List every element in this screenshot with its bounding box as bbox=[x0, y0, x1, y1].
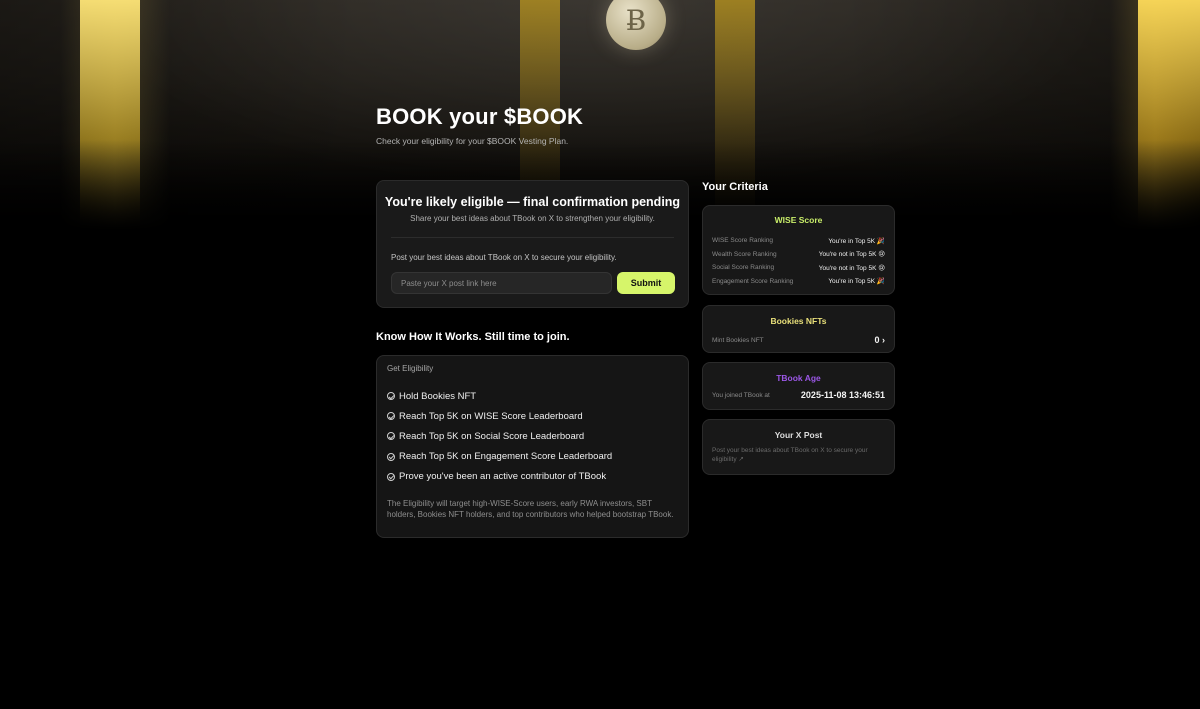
wise-score-heading: WISE Score bbox=[774, 215, 823, 225]
mint-bookies-label: Mint Bookies NFT bbox=[712, 336, 764, 344]
list-item: Reach Top 5K on WISE Score Leaderboard bbox=[387, 406, 612, 426]
page-subtitle: Check your eligibility for your $BOOK Ve… bbox=[376, 136, 569, 146]
ranking-label: Wealth Score Ranking bbox=[712, 250, 777, 258]
submit-button[interactable]: Submit bbox=[617, 272, 675, 294]
your-x-post-heading: Your X Post bbox=[774, 430, 823, 440]
eligibility-heading: You're likely eligible — final confirmat… bbox=[384, 195, 681, 209]
how-it-works-card: Get Eligibility Hold Bookies NFT Reach T… bbox=[376, 355, 689, 538]
eligibility-note: The Eligibility will target high-WISE-Sc… bbox=[387, 499, 674, 520]
mint-bookies-row[interactable]: Mint Bookies NFT 0 › bbox=[712, 335, 885, 345]
ranking-row: WISE Score Ranking You're in Top 5K 🎉 bbox=[712, 234, 885, 248]
ranking-row: Wealth Score Ranking You're not in Top 5K… bbox=[712, 248, 885, 262]
joined-row: You joined TBook at 2025-11-08 13:46:51 bbox=[712, 390, 885, 400]
list-item: Hold Bookies NFT bbox=[387, 386, 612, 406]
list-item: Reach Top 5K on Social Score Leaderboard bbox=[387, 426, 612, 446]
divider bbox=[391, 237, 674, 238]
eligibility-requirements-list: Hold Bookies NFT Reach Top 5K on WISE Sc… bbox=[387, 386, 612, 487]
requirement-text: Hold Bookies NFT bbox=[399, 390, 477, 402]
logo-glyph: Ƀ bbox=[625, 3, 647, 37]
wise-score-rows: WISE Score Ranking You're in Top 5K 🎉 Wea… bbox=[712, 234, 885, 288]
joined-timestamp: 2025-11-08 13:46:51 bbox=[800, 390, 885, 400]
check-circle-icon bbox=[387, 412, 395, 421]
post-prompt: Post your best ideas about TBook on X to… bbox=[391, 253, 617, 262]
x-post-link[interactable]: Post your best ideas about TBook on X to… bbox=[712, 447, 885, 464]
ranking-label: WISE Score Ranking bbox=[712, 237, 774, 245]
check-circle-icon bbox=[387, 432, 395, 441]
list-item: Reach Top 5K on Engagement Score Leaderb… bbox=[387, 447, 612, 467]
ranking-row: Engagement Score Ranking You're in Top 5K… bbox=[712, 275, 885, 289]
list-item: Prove you've been an active contributor … bbox=[387, 467, 612, 487]
page-title: BOOK your $BOOK bbox=[376, 104, 584, 129]
check-circle-icon bbox=[387, 392, 395, 401]
ranking-value: You're not in Top 5K 😢 bbox=[818, 251, 885, 259]
joined-label: You joined TBook at bbox=[712, 391, 770, 399]
ranking-value: You're in Top 5K 🎉 bbox=[828, 278, 885, 286]
ranking-label: Engagement Score Ranking bbox=[712, 277, 794, 285]
how-it-works-title: Know How It Works. Still time to join. bbox=[376, 331, 570, 343]
your-x-post-card: Your X Post Post your best ideas about T… bbox=[702, 419, 895, 475]
requirement-text: Prove you've been an active contributor … bbox=[399, 471, 607, 483]
bookies-nfts-card: Bookies NFTs Mint Bookies NFT 0 › bbox=[702, 305, 895, 353]
requirement-text: Reach Top 5K on WISE Score Leaderboard bbox=[399, 410, 583, 422]
mint-bookies-count-link[interactable]: 0 › bbox=[874, 335, 885, 345]
bookies-nfts-heading: Bookies NFTs bbox=[770, 316, 827, 326]
eligibility-subheading: Share your best ideas about TBook on X t… bbox=[410, 214, 655, 223]
requirement-text: Reach Top 5K on Social Score Leaderboard bbox=[399, 430, 585, 442]
check-circle-icon bbox=[387, 472, 395, 481]
wise-score-card: WISE Score WISE Score Ranking You're in T… bbox=[702, 205, 895, 295]
ranking-value: You're in Top 5K 🎉 bbox=[828, 237, 885, 245]
ranking-row: Social Score Ranking You're not in Top 5K… bbox=[712, 261, 885, 275]
criteria-title: Your Criteria bbox=[702, 181, 768, 193]
ranking-value: You're not in Top 5K 😢 bbox=[818, 264, 885, 272]
get-eligibility-label: Get Eligibility bbox=[387, 364, 434, 373]
requirement-text: Reach Top 5K on Engagement Score Leaderb… bbox=[399, 451, 613, 463]
x-post-link-input[interactable] bbox=[391, 272, 612, 294]
ranking-label: Social Score Ranking bbox=[712, 264, 775, 272]
tbook-age-card: TBook Age You joined TBook at 2025-11-08… bbox=[702, 362, 895, 410]
check-circle-icon bbox=[387, 452, 395, 461]
tbook-age-heading: TBook Age bbox=[776, 373, 821, 383]
eligibility-card: You're likely eligible — final confirmat… bbox=[376, 180, 689, 308]
